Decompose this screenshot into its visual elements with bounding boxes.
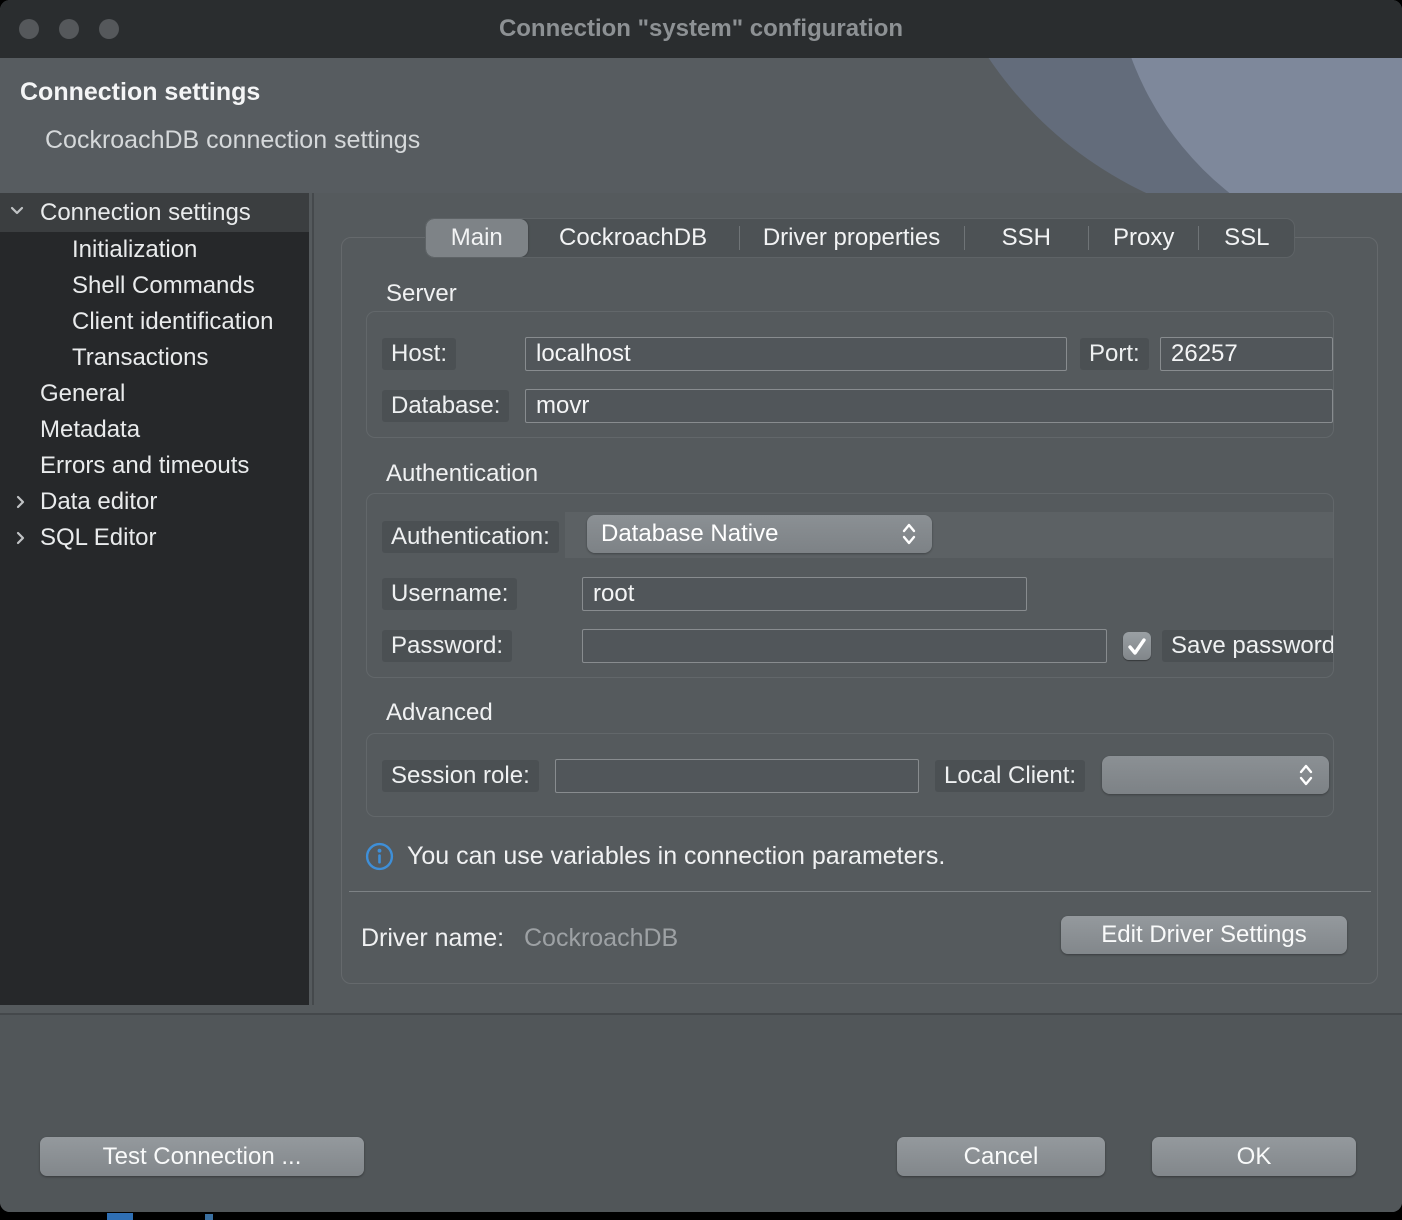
database-label: Database: [382, 390, 509, 422]
tree-item-label: General [0, 380, 125, 408]
tab-proxy[interactable]: Proxy [1089, 219, 1199, 257]
authentication-group: Authentication: Database Native Username… [366, 493, 1334, 678]
sidebar-sash[interactable] [312, 193, 314, 1005]
advanced-group: Session role: Local Client: [366, 733, 1334, 817]
authentication-section-label: Authentication [386, 460, 538, 488]
authentication-select[interactable]: Database Native [587, 515, 932, 553]
divider [349, 891, 1371, 892]
tree-item-client-identification[interactable]: Client identification [0, 304, 309, 340]
port-label: Port: [1080, 338, 1149, 370]
driver-name-value: CockroachDB [524, 924, 678, 953]
database-input[interactable] [525, 389, 1333, 423]
tree-item-transactions[interactable]: Transactions [0, 340, 309, 376]
password-input[interactable] [582, 629, 1107, 663]
driver-name-label: Driver name: [361, 924, 504, 953]
tab-label: CockroachDB [559, 224, 707, 252]
dock-icon-sliver [107, 1213, 133, 1220]
test-connection-button[interactable]: Test Connection ... [40, 1137, 364, 1176]
updown-chevrons-icon [1297, 761, 1315, 789]
page-subtitle: CockroachDB connection settings [45, 126, 420, 155]
username-label: Username: [382, 578, 517, 610]
updown-chevrons-icon [900, 520, 918, 548]
host-input[interactable] [525, 337, 1067, 371]
authentication-label: Authentication: [382, 521, 559, 553]
chevron-right-icon [12, 529, 30, 547]
tab-label: Driver properties [763, 224, 940, 252]
tree-item-initialization[interactable]: Initialization [0, 232, 309, 268]
main-pane: Main CockroachDB Driver properties SSH P… [315, 193, 1402, 1013]
local-client-label: Local Client: [935, 760, 1085, 792]
save-password-checkbox[interactable] [1123, 632, 1151, 660]
tree-item-label: Transactions [0, 344, 209, 372]
tree-item-label: Metadata [0, 416, 140, 444]
main-tab-content: Server Host: Port: Database: Authenticat… [341, 237, 1378, 984]
info-icon [365, 842, 394, 871]
dock-icon-sliver [205, 1214, 213, 1220]
tab-ssl[interactable]: SSL [1199, 219, 1294, 257]
info-text: You can use variables in connection para… [407, 842, 945, 871]
page-title: Connection settings [20, 78, 260, 107]
dialog-header: Connection settings CockroachDB connecti… [0, 58, 1402, 193]
host-label: Host: [382, 338, 456, 370]
tree-item-sql-editor[interactable]: SQL Editor [0, 520, 309, 556]
dialog-footer: Test Connection ... Cancel OK [0, 1015, 1402, 1212]
tree-item-connection-settings[interactable]: Connection settings [0, 193, 309, 232]
tab-label: SSL [1224, 224, 1269, 252]
settings-tree: Connection settings Initialization Shell… [0, 193, 309, 1005]
chevron-down-icon [8, 202, 26, 220]
window-title: Connection "system" configuration [0, 0, 1402, 58]
tab-main[interactable]: Main [426, 219, 528, 257]
tree-item-data-editor[interactable]: Data editor [0, 484, 309, 520]
tab-cockroachdb[interactable]: CockroachDB [528, 219, 739, 257]
tree-item-label: Errors and timeouts [0, 452, 249, 480]
advanced-section-label: Advanced [386, 699, 493, 727]
connection-tabs: Main CockroachDB Driver properties SSH P… [425, 218, 1295, 258]
password-label: Password: [382, 630, 512, 662]
tree-item-metadata[interactable]: Metadata [0, 412, 309, 448]
tab-label: SSH [1002, 224, 1051, 252]
tree-item-label: Initialization [0, 236, 197, 264]
port-input[interactable] [1160, 337, 1333, 371]
info-row: You can use variables in connection para… [365, 842, 945, 871]
edit-driver-settings-button[interactable]: Edit Driver Settings [1061, 916, 1347, 954]
username-input[interactable] [582, 577, 1027, 611]
save-password-label: Save password [1162, 630, 1334, 662]
chevron-right-icon [12, 493, 30, 511]
local-client-select[interactable] [1102, 756, 1329, 794]
connection-config-dialog: Connection "system" configuration Connec… [0, 0, 1402, 1212]
session-role-label: Session role: [382, 760, 539, 792]
server-section-label: Server [386, 280, 457, 308]
tab-label: Proxy [1113, 224, 1174, 252]
tree-item-shell-commands[interactable]: Shell Commands [0, 268, 309, 304]
tree-item-label: Shell Commands [0, 272, 255, 300]
tab-label: Main [451, 224, 503, 252]
tree-item-general[interactable]: General [0, 376, 309, 412]
server-group: Host: Port: Database: [366, 311, 1334, 438]
tree-item-label: Client identification [0, 308, 273, 336]
tree-item-errors-and-timeouts[interactable]: Errors and timeouts [0, 448, 309, 484]
tree-item-label: Connection settings [0, 199, 251, 227]
cancel-button[interactable]: Cancel [897, 1137, 1105, 1176]
session-role-input[interactable] [555, 759, 919, 793]
title-bar: Connection "system" configuration [0, 0, 1402, 58]
ok-button[interactable]: OK [1152, 1137, 1356, 1176]
tab-driver-properties[interactable]: Driver properties [740, 219, 964, 257]
tab-ssh[interactable]: SSH [965, 219, 1088, 257]
authentication-select-value: Database Native [601, 520, 778, 548]
